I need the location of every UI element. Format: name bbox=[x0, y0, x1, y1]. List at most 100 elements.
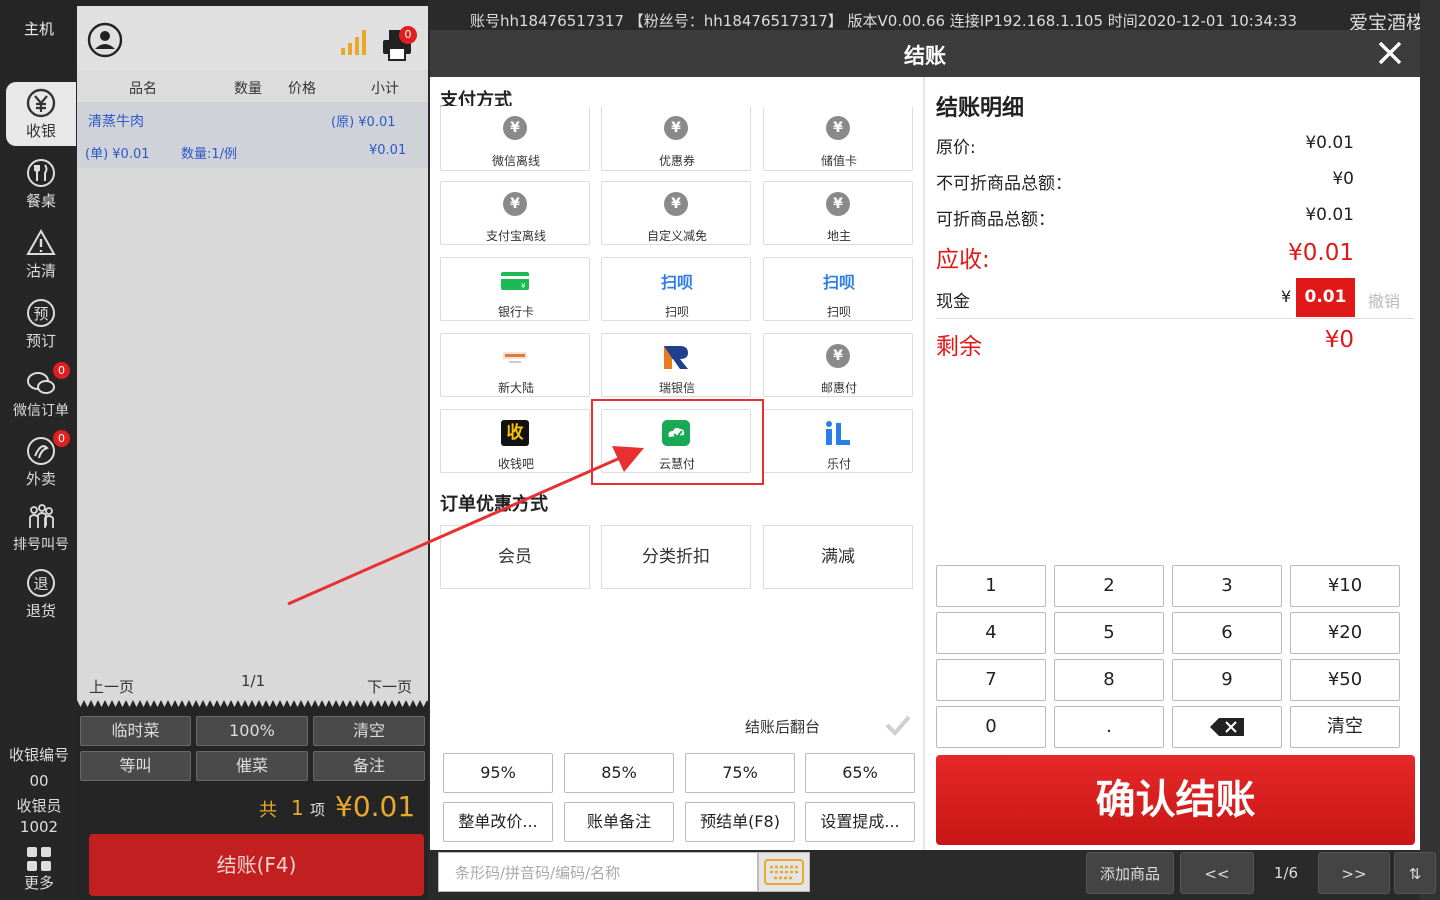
menu-next-page-button[interactable]: >> bbox=[1318, 852, 1390, 894]
key-1[interactable]: 1 bbox=[936, 565, 1046, 607]
item-qty: 数量:1/例 bbox=[181, 147, 238, 162]
col-price: 价格 bbox=[288, 81, 316, 97]
order-row[interactable]: 清蒸牛肉 (原) ¥0.01 (单) ¥0.01 数量:1/例 ¥0.01 bbox=[77, 102, 428, 168]
key-10-yuan[interactable]: ¥10 bbox=[1290, 565, 1400, 607]
yen-icon: ¥ bbox=[824, 344, 852, 370]
pay-youhuifu[interactable]: ¥ 邮惠付 bbox=[763, 333, 913, 397]
pay-wechat-offline[interactable]: ¥ 微信离线 bbox=[440, 106, 590, 171]
key-backspace[interactable] bbox=[1172, 706, 1282, 748]
clear-order-button[interactable]: 清空 bbox=[313, 716, 425, 746]
undo-button[interactable]: 撤销 bbox=[1368, 288, 1400, 312]
change-price-button[interactable]: 整单改价... bbox=[443, 802, 553, 842]
pay-newland[interactable]: 新大陆 bbox=[440, 333, 590, 397]
hold-button[interactable]: 等叫 bbox=[80, 751, 191, 781]
pay-label: 地主 bbox=[826, 229, 851, 243]
key-4[interactable]: 4 bbox=[936, 612, 1046, 654]
signal-icon bbox=[341, 30, 366, 55]
warning-triangle-icon bbox=[26, 228, 56, 258]
key-50-yuan[interactable]: ¥50 bbox=[1290, 659, 1400, 701]
pay-label: 银行卡 bbox=[497, 305, 534, 319]
nav-item-refund[interactable]: 退 退货 bbox=[6, 562, 76, 626]
user-avatar-icon[interactable] bbox=[87, 22, 123, 58]
pay-dizhu[interactable]: ¥ 地主 bbox=[763, 181, 913, 245]
more-button[interactable]: 更多 bbox=[0, 842, 78, 900]
key-0[interactable]: 0 bbox=[936, 706, 1046, 748]
nav-item-tables[interactable]: 餐桌 bbox=[6, 152, 76, 216]
key-3[interactable]: 3 bbox=[1172, 565, 1282, 607]
key-clear[interactable]: 清空 bbox=[1290, 706, 1400, 748]
nav-item-cashier[interactable]: 收银 bbox=[6, 82, 76, 146]
next-page-button[interactable]: 下一页 bbox=[367, 676, 412, 697]
prev-page-button[interactable]: 上一页 bbox=[89, 676, 134, 697]
nondiscount-total-label: 不可折商品总额： bbox=[936, 174, 1072, 194]
key-2[interactable]: 2 bbox=[1054, 565, 1164, 607]
order-list: 清蒸牛肉 (原) ¥0.01 (单) ¥0.01 数量:1/例 ¥0.01 bbox=[77, 102, 428, 700]
nav-item-takeout[interactable]: 0 外卖 bbox=[6, 430, 76, 494]
key-7[interactable]: 7 bbox=[936, 659, 1046, 701]
discount-85-button[interactable]: 85% bbox=[564, 753, 674, 793]
remark-button[interactable]: 备注 bbox=[313, 751, 425, 781]
key-20-yuan[interactable]: ¥20 bbox=[1290, 612, 1400, 654]
nav-item-reserve[interactable]: 预 预订 bbox=[6, 292, 76, 356]
bill-remark-button[interactable]: 账单备注 bbox=[564, 802, 674, 842]
menu-prev-page-button[interactable]: << bbox=[1180, 852, 1254, 894]
pay-saobei-1[interactable]: 扫呗 扫呗 bbox=[601, 257, 751, 321]
yen-icon: ¥ bbox=[662, 192, 690, 218]
total-unit: 项 bbox=[310, 801, 326, 819]
confirm-checkout-button[interactable]: 确认结账 bbox=[936, 755, 1415, 845]
close-icon[interactable] bbox=[1375, 38, 1405, 68]
cash-symbol: ¥ bbox=[1281, 287, 1292, 306]
keyboard-icon bbox=[764, 859, 804, 885]
nav-item-label: 外卖 bbox=[25, 470, 56, 488]
modal-divider bbox=[923, 77, 925, 850]
pay-label: 自定义减免 bbox=[646, 229, 707, 243]
discount-65-button[interactable]: 65% bbox=[805, 753, 915, 793]
discount-95-button[interactable]: 95% bbox=[443, 753, 553, 793]
checkout-button[interactable]: 结账(F4) bbox=[89, 834, 424, 896]
rush-button[interactable]: 催菜 bbox=[196, 751, 308, 781]
pay-coupon[interactable]: ¥ 优惠券 bbox=[601, 106, 751, 171]
commission-button[interactable]: 设置提成... bbox=[805, 802, 915, 842]
receipt-edge bbox=[77, 700, 428, 707]
discount-75-button[interactable]: 75% bbox=[685, 753, 795, 793]
yen-circle-icon bbox=[26, 88, 56, 118]
backspace-icon bbox=[1210, 718, 1244, 736]
nav-item-label: 收银 bbox=[25, 122, 56, 140]
pay-alipay-offline[interactable]: ¥ 支付宝离线 bbox=[440, 181, 590, 245]
remaining-label: 剩余 bbox=[936, 334, 982, 360]
temp-dish-button[interactable]: 临时菜 bbox=[80, 716, 191, 746]
menu-background bbox=[1420, 0, 1440, 900]
key-6[interactable]: 6 bbox=[1172, 612, 1282, 654]
col-subtotal: 小计 bbox=[371, 81, 399, 97]
add-product-button[interactable]: 添加商品 bbox=[1086, 852, 1174, 894]
pre-settle-button[interactable]: 预结单(F8) bbox=[685, 802, 795, 842]
percent-button[interactable]: 100% bbox=[196, 716, 308, 746]
pay-label: 支付宝离线 bbox=[485, 229, 546, 243]
item-orig-price: (原) ¥0.01 bbox=[331, 115, 396, 130]
pay-label: 储值卡 bbox=[820, 154, 857, 168]
amount-due-label: 应收: bbox=[936, 247, 990, 273]
barcode-search-input[interactable]: 条形码/拼音码/编码/名称 bbox=[438, 852, 758, 892]
pay-bank-card[interactable]: ¥ 银行卡 bbox=[440, 257, 590, 321]
nav-item-wechat-orders[interactable]: 0 微信订单 bbox=[6, 362, 76, 426]
nav-item-queue[interactable]: 排号叫号 bbox=[6, 496, 76, 560]
modal-header: 结账 bbox=[430, 30, 1420, 77]
pay-lefu[interactable]: 乐付 bbox=[763, 409, 913, 473]
pay-label: 微信离线 bbox=[491, 154, 540, 168]
full-reduction-button[interactable]: 满减 bbox=[763, 525, 913, 589]
pay-ruiyinxin[interactable]: 瑞银信 bbox=[601, 333, 751, 397]
keyboard-button[interactable] bbox=[758, 852, 810, 892]
key-5[interactable]: 5 bbox=[1054, 612, 1164, 654]
queue-icon bbox=[26, 502, 56, 532]
key-9[interactable]: 9 bbox=[1172, 659, 1282, 701]
key-8[interactable]: 8 bbox=[1054, 659, 1164, 701]
takeout-badge: 0 bbox=[53, 430, 70, 447]
key-dot[interactable]: . bbox=[1054, 706, 1164, 748]
sort-button[interactable]: ⇅ bbox=[1394, 852, 1436, 894]
pay-custom-reduction[interactable]: ¥ 自定义减免 bbox=[601, 181, 751, 245]
check-icon[interactable] bbox=[885, 714, 911, 736]
pay-stored-card[interactable]: ¥ 储值卡 bbox=[763, 106, 913, 171]
cash-amount-input[interactable]: 0.01 bbox=[1296, 278, 1355, 317]
nav-item-soldout[interactable]: 沽清 bbox=[6, 222, 76, 286]
pay-saobei-2[interactable]: 扫呗 扫呗 bbox=[763, 257, 913, 321]
